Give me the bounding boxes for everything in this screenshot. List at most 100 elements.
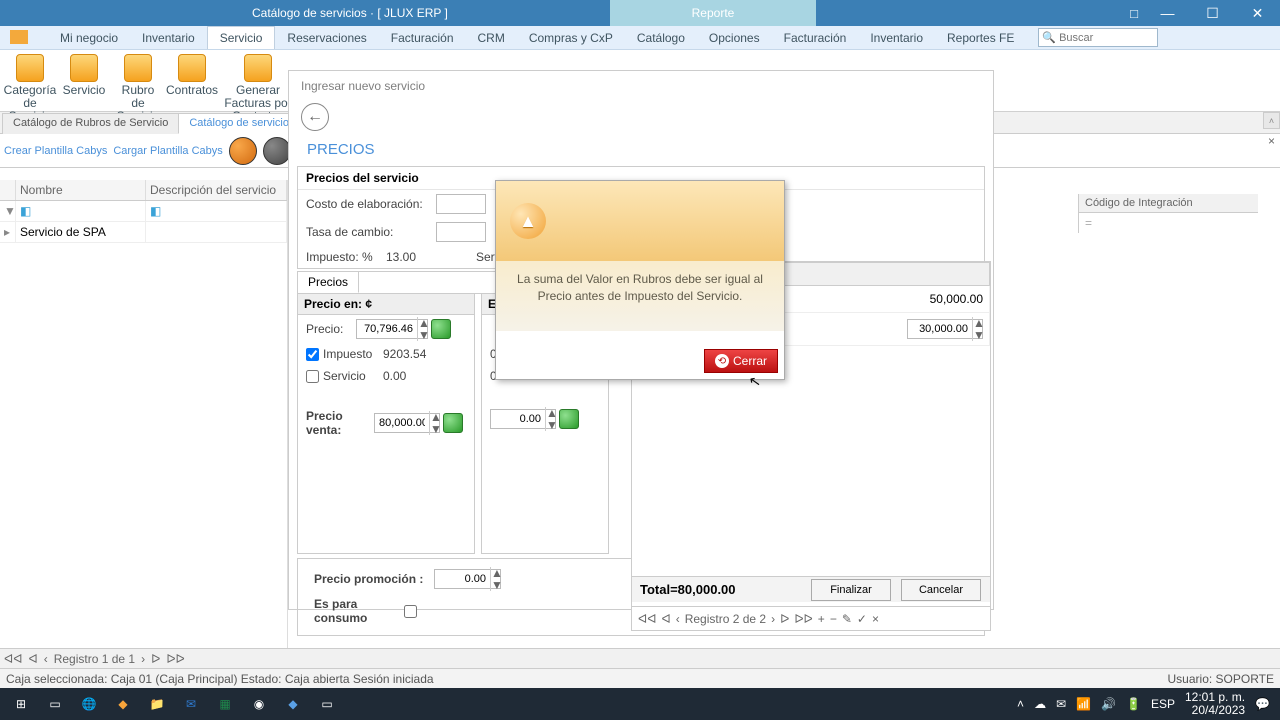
menu-facturacion2[interactable]: Facturación [772,27,859,49]
menu-crm[interactable]: CRM [466,27,517,49]
minimize-button[interactable]: — [1145,0,1190,26]
table-row[interactable]: ▸ Servicio de SPA [0,222,287,243]
section-precios: PRECIOS [289,131,993,166]
tab-catalogo-servicios[interactable]: Catálogo de servicios [178,113,305,134]
col-nombre[interactable]: Nombre [16,180,146,200]
tray-cloud-icon[interactable]: ☁ [1034,697,1046,711]
menu-reportes-fe[interactable]: Reportes FE [935,27,1026,49]
tray-wifi-icon[interactable]: 📶 [1076,697,1091,711]
record-navigator-rubros[interactable]: ᐊᐊᐊ‹ Registro 2 de 2 ›ᐅᐅᐅ+−✎✓× [632,606,990,630]
close-tab-button[interactable]: × [1263,134,1280,148]
dialog-message: La suma del Valor en Rubros debe ser igu… [496,261,784,331]
cancelar-button[interactable]: Cancelar [901,579,981,601]
value-impuesto: 13.00 [386,250,436,264]
menu-inventario2[interactable]: Inventario [858,27,935,49]
menu-catalogo[interactable]: Catálogo [625,27,697,49]
taskbar-outlook[interactable]: ✉ [174,691,208,717]
menu-mi-negocio[interactable]: Mi negocio [48,27,130,49]
scroll-up-button[interactable]: ˄ [1263,112,1280,129]
system-tray[interactable]: ˄ ☁ ✉ 📶 🔊 🔋 ESP 12:01 p. m. 20/4/2023 💬 [1017,691,1276,717]
back-button[interactable]: ← [301,103,329,131]
menu-facturacion[interactable]: Facturación [379,27,466,49]
taskbar-excel[interactable]: ▦ [208,691,242,717]
toolbar-action-2[interactable] [263,137,291,165]
label-precio-venta: Precio venta: [306,409,374,437]
filter-row[interactable]: ▼ ◧ ◧ [0,201,287,222]
refresh-venta-button[interactable] [443,413,463,433]
finalizar-button[interactable]: Finalizar [811,579,891,601]
taskbar-app1[interactable]: ◆ [276,691,310,717]
tray-mail-icon[interactable]: ✉ [1056,697,1066,711]
maximize-button[interactable]: ☐ [1190,0,1235,26]
link-crear-plantilla[interactable]: Crear Plantilla Cabys [4,145,107,157]
status-bar: Caja seleccionada: Caja 01 (Caja Princip… [0,668,1280,688]
input-precio-venta[interactable]: ▲▼ [374,413,440,433]
ribbon-servicio[interactable]: Servicio [60,54,108,97]
app-icon [10,30,34,46]
menu-inventario[interactable]: Inventario [130,27,207,49]
rubro-icon [124,54,152,82]
menu-compras[interactable]: Compras y CxP [517,27,625,49]
search-input[interactable] [1059,32,1154,44]
search-box[interactable]: 🔍 [1038,28,1158,47]
label-impuesto: Impuesto: % [306,250,386,264]
start-button[interactable]: ⊞ [4,691,38,717]
tab-reporte[interactable]: Reporte [610,0,816,26]
tray-sound-icon[interactable]: 🔊 [1101,697,1116,711]
tray-battery-icon[interactable]: 🔋 [1126,697,1141,711]
tray-notifications-icon[interactable]: 💬 [1255,697,1270,711]
price-col1-header: Precio en: ¢ [298,294,474,315]
input-tasa[interactable] [436,222,486,242]
tray-language[interactable]: ESP [1151,697,1175,711]
service-icon [70,54,98,82]
ribbon-contratos[interactable]: Contratos [168,54,216,97]
menu-reservaciones[interactable]: Reservaciones [275,27,378,49]
menu-opciones[interactable]: Opciones [697,27,772,49]
contracts-icon [178,54,206,82]
link-cargar-plantilla[interactable]: Cargar Plantilla Cabys [113,145,222,157]
check-servicio[interactable] [306,370,319,383]
close-window-button[interactable]: ✕ [1235,0,1280,26]
input-promo[interactable]: ▲▼ [434,569,501,589]
task-view-button[interactable]: ▭ [38,691,72,717]
taskbar-edge[interactable]: 🌐 [72,691,106,717]
subtab-precios[interactable]: Precios [298,272,359,293]
taskbar-chrome[interactable]: ◉ [242,691,276,717]
refresh-precio-button[interactable] [431,319,451,339]
record-navigator-bottom[interactable]: ᐊᐊᐊ‹ Registro 1 de 1 ›ᐅᐅᐅ [0,648,1280,668]
integration-code-column: Código de Integración = [1078,194,1258,233]
menu-bar: Mi negocio Inventario Servicio Reservaci… [0,26,1280,50]
input-rubro-valor[interactable] [908,323,972,335]
col-descripcion[interactable]: Descripción del servicio [146,180,287,200]
toolbar-action-1[interactable] [229,137,257,165]
search-icon: 🔍 [1042,31,1056,44]
help-icon[interactable]: □ [1130,6,1138,21]
taskbar-app2[interactable]: ▭ [310,691,344,717]
value-impuesto-calc: 9203.54 [383,347,426,361]
input-eq-venta[interactable]: ▲▼ [490,409,556,429]
taskbar-clock[interactable]: 12:01 p. m. 20/4/2023 [1185,691,1245,717]
row-selector-header [0,180,16,200]
status-left: Caja seleccionada: Caja 01 (Caja Princip… [6,672,434,686]
tab-catalogo-rubros[interactable]: Catálogo de Rubros de Servicio [2,113,179,134]
taskbar-sublime[interactable]: ◆ [106,691,140,717]
label-costo: Costo de elaboración: [306,197,436,211]
check-impuesto[interactable] [306,348,319,361]
value-servicio-calc: 0.00 [383,369,406,383]
input-costo[interactable] [436,194,486,214]
col-codigo-integracion[interactable]: Código de Integración [1079,194,1258,213]
code-placeholder: = [1079,213,1258,233]
input-precio[interactable]: ▲▼ [356,319,428,339]
check-consumo[interactable] [404,605,417,618]
window-title: Catálogo de servicios · [ JLUX ERP ] [252,6,448,20]
status-user: Usuario: SOPORTE [1168,672,1274,686]
taskbar-explorer[interactable]: 📁 [140,691,174,717]
label-precio: Precio: [306,322,356,336]
menu-servicio[interactable]: Servicio [207,26,276,49]
close-icon: ⟲ [715,354,729,368]
dialog-close-button[interactable]: ⟲ Cerrar [704,349,778,373]
warning-icon [510,203,546,239]
windows-taskbar: ⊞ ▭ 🌐 ◆ 📁 ✉ ▦ ◉ ◆ ▭ ˄ ☁ ✉ 📶 🔊 🔋 ESP 12:0… [0,688,1280,720]
tray-chevron-icon[interactable]: ˄ [1017,697,1024,711]
refresh-eq-button[interactable] [559,409,579,429]
